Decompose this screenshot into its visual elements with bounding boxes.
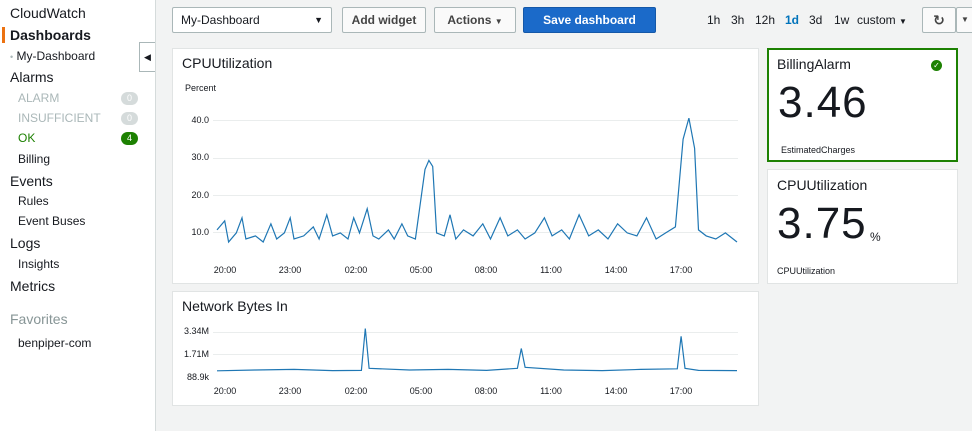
x-tick: 05:00: [409, 265, 433, 275]
dashboard-select-value: My-Dashboard: [181, 13, 260, 27]
collapse-sidebar-button[interactable]: ◀: [139, 42, 155, 72]
sidebar-item-my-dashboard-label: My-Dashboard: [16, 49, 96, 63]
dashboard-select[interactable]: My-Dashboard ▼: [172, 7, 332, 33]
y-tick: 88.9k: [186, 372, 209, 382]
refresh-options-button[interactable]: ▼: [956, 7, 972, 33]
save-dashboard-button[interactable]: Save dashboard: [523, 7, 656, 33]
ok-count-badge: 4: [121, 132, 138, 145]
x-tick: 11:00: [540, 386, 562, 396]
sidebar-item-ok[interactable]: OK: [18, 131, 35, 145]
range-12h[interactable]: 12h: [755, 13, 775, 27]
y-tick: 1.71M: [183, 349, 209, 359]
active-indicator: [2, 27, 5, 43]
y-tick: 40.0: [191, 115, 209, 125]
x-tick: 17:00: [669, 386, 693, 396]
series-line-0: [216, 117, 738, 244]
widget-title: CPUUtilization: [777, 177, 868, 193]
x-tick: 14:00: [604, 265, 628, 275]
x-tick: 23:00: [278, 265, 302, 275]
sidebar-item-metrics[interactable]: Metrics: [10, 278, 55, 294]
cpu-value: 3.75: [777, 199, 867, 248]
insufficient-count-badge: 0: [121, 112, 138, 125]
refresh-icon: ↻: [933, 12, 945, 28]
sidebar-item-logs[interactable]: Logs: [10, 235, 40, 251]
x-tick: 17:00: [669, 265, 693, 275]
x-tick: 11:00: [540, 265, 562, 275]
y-tick: 20.0: [191, 190, 209, 200]
sidebar-item-alarms[interactable]: Alarms: [10, 69, 54, 85]
caret-down-icon: ▼: [961, 15, 969, 24]
range-1w[interactable]: 1w: [834, 13, 849, 27]
billing-value: 3.46: [778, 78, 868, 127]
range-1d[interactable]: 1d: [785, 13, 799, 27]
actions-label: Actions: [447, 13, 492, 27]
favorites-heading: Favorites: [10, 311, 68, 327]
sidebar: CloudWatch Dashboards • My-Dashboard Ala…: [0, 0, 156, 431]
series-line-0: [216, 328, 738, 372]
widget-title: CPUUtilization: [182, 55, 273, 71]
billing-alarm-widget[interactable]: BillingAlarm ✓ 3.46 EstimatedCharges: [767, 48, 958, 162]
sidebar-title[interactable]: CloudWatch: [10, 5, 86, 21]
alarm-count-badge: 0: [121, 92, 138, 105]
metric-label: CPUUtilization: [777, 266, 836, 276]
caret-down-icon: ▼: [899, 17, 907, 26]
sidebar-item-my-dashboard[interactable]: • My-Dashboard: [10, 49, 95, 63]
x-tick: 20:00: [213, 386, 237, 396]
ok-check-icon: ✓: [931, 60, 942, 71]
cpu-utilization-widget[interactable]: CPUUtilization Percent 40.0 30.0 20.0 10…: [172, 48, 759, 284]
add-widget-button[interactable]: Add widget: [342, 7, 426, 33]
actions-button[interactable]: Actions ▼: [434, 7, 516, 33]
favorite-item[interactable]: benpiper-com: [18, 336, 91, 350]
range-3d[interactable]: 3d: [809, 13, 822, 27]
x-tick: 14:00: [604, 386, 628, 396]
x-tick: 08:00: [474, 265, 498, 275]
x-tick: 02:00: [344, 265, 368, 275]
y-tick: 10.0: [191, 227, 209, 237]
x-tick: 08:00: [474, 386, 498, 396]
network-line-chart: [216, 328, 738, 372]
metric-label: EstimatedCharges: [781, 145, 856, 155]
widget-title: BillingAlarm: [777, 56, 851, 72]
x-tick: 20:00: [213, 265, 237, 275]
caret-left-icon: ◀: [144, 52, 151, 62]
sidebar-item-event-buses[interactable]: Event Buses: [18, 214, 85, 228]
network-bytes-widget[interactable]: Network Bytes In 3.34M 1.71M 88.9k 20:00…: [172, 291, 759, 406]
x-tick: 02:00: [344, 386, 368, 396]
y-axis-unit: Percent: [185, 83, 217, 93]
range-1h[interactable]: 1h: [707, 13, 720, 27]
sidebar-item-events[interactable]: Events: [10, 173, 53, 189]
range-custom-label: custom: [857, 13, 896, 27]
range-custom[interactable]: custom ▼: [857, 13, 907, 27]
sidebar-item-insufficient[interactable]: INSUFFICIENT: [18, 111, 101, 125]
x-tick: 23:00: [278, 386, 302, 396]
sidebar-item-alarm[interactable]: ALARM: [18, 91, 59, 105]
refresh-button[interactable]: ↻: [922, 7, 956, 33]
range-3h[interactable]: 3h: [731, 13, 744, 27]
widget-title: Network Bytes In: [182, 298, 288, 314]
sidebar-item-billing[interactable]: Billing: [18, 152, 50, 166]
x-tick: 05:00: [409, 386, 433, 396]
y-tick: 30.0: [191, 152, 209, 162]
caret-down-icon: ▼: [314, 15, 323, 25]
sidebar-item-rules[interactable]: Rules: [18, 194, 49, 208]
sidebar-item-insights[interactable]: Insights: [18, 257, 59, 271]
unit-label: %: [870, 230, 881, 244]
sidebar-item-dashboards[interactable]: Dashboards: [10, 27, 91, 43]
cpu-number-widget[interactable]: CPUUtilization 3.75 % CPUUtilization: [767, 169, 958, 284]
y-tick: 3.34M: [183, 326, 209, 336]
cpu-line-chart: [216, 117, 738, 244]
caret-down-icon: ▼: [494, 17, 503, 26]
bullet-icon: •: [10, 52, 14, 62]
